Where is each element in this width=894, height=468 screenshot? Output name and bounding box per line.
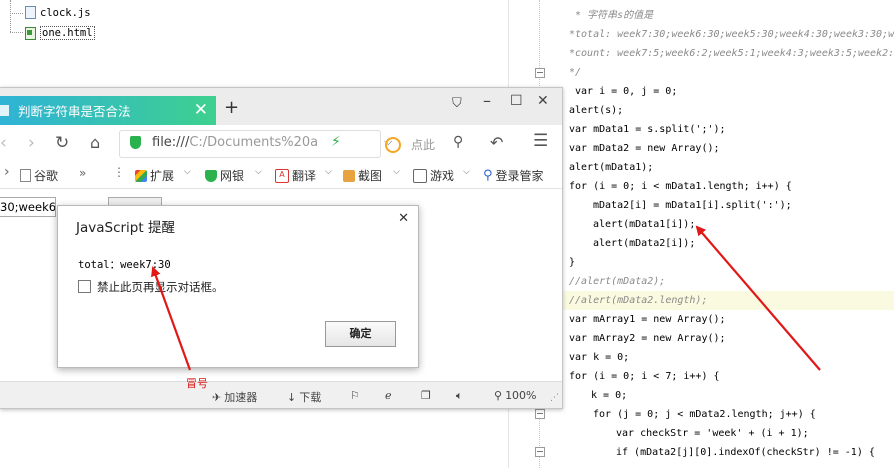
colon-annotation-arrow (151, 266, 192, 371)
colon-annotation-label: 冒号 (186, 377, 208, 390)
annotation-arrows (151, 225, 821, 371)
code-annotation-arrow (695, 225, 821, 371)
